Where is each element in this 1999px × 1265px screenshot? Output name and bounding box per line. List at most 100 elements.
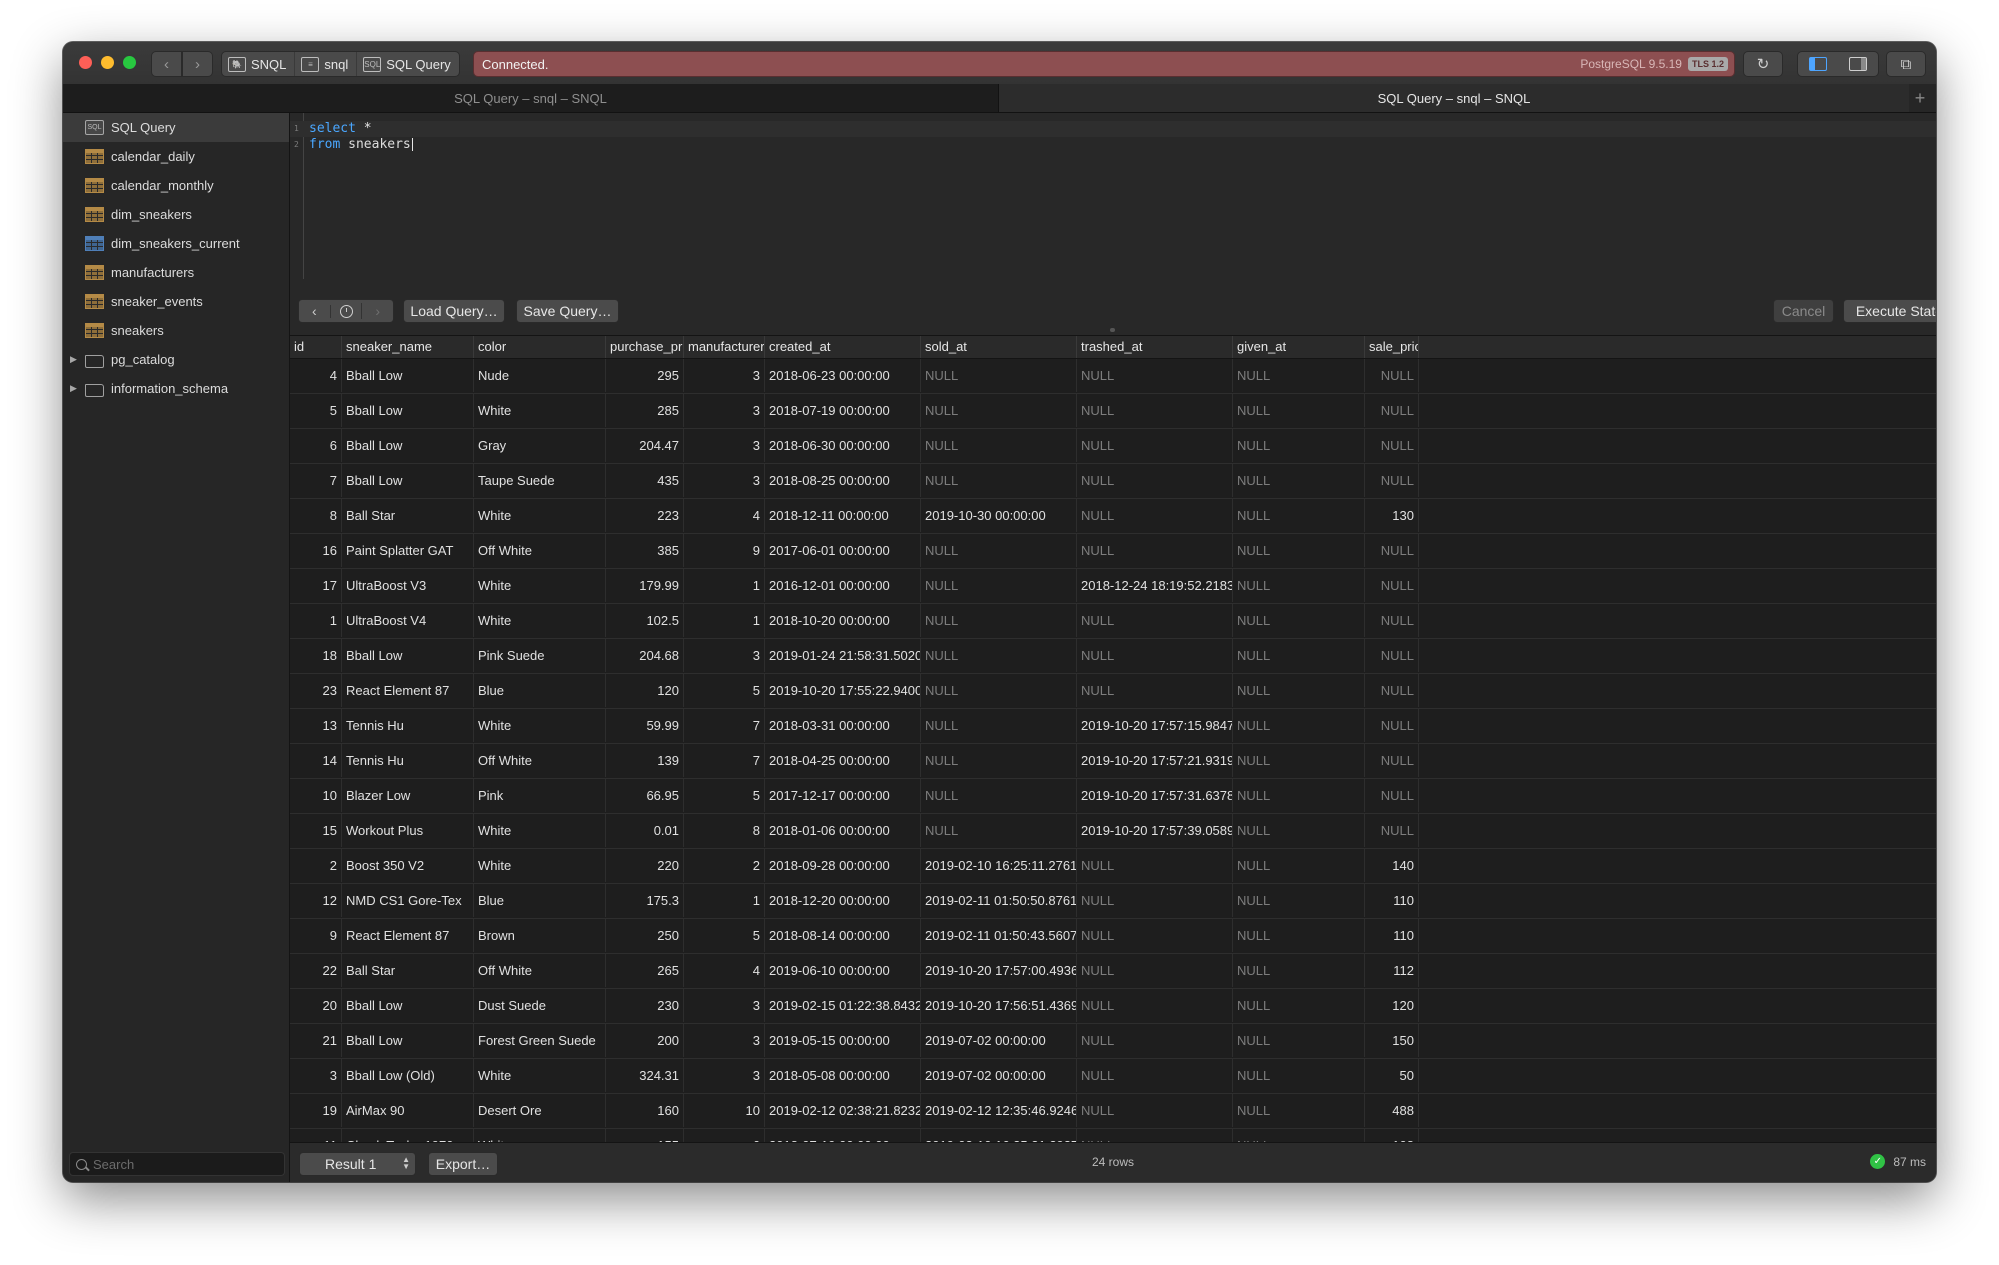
sidebar-item-sql-query[interactable]: SQL SQL Query [63,113,289,142]
table-cell[interactable]: NULL [1365,534,1419,567]
table-cell[interactable]: 9 [290,919,342,952]
table-cell[interactable]: 8 [684,814,765,847]
toggle-inspector-button[interactable] [1838,52,1878,76]
forward-button[interactable]: › [182,51,213,77]
table-cell[interactable]: NULL [1077,604,1233,637]
table-row[interactable]: 16 Paint Splatter GAT Off White 385 9 2017-06… [290,534,1936,569]
table-cell[interactable]: 120 [606,674,684,707]
table-cell[interactable]: 2018-07-19 00:00:00 [765,394,921,427]
table-cell[interactable]: Pink Suede [474,639,606,672]
table-row[interactable]: 11Chuck Taylor 1970White15562018-07-19 0… [290,1129,1936,1143]
table-row[interactable]: 5 Bball Low White 285 3 2018-07-19 00:00:00 NU… [290,394,1936,429]
table-cell[interactable]: Off White [474,954,606,987]
table-row[interactable]: 15 Workout Plus White 0.01 8 2018-01-06 00:00… [290,814,1936,849]
column-header-created-at[interactable]: created_at [765,336,921,358]
table-cell[interactable]: NULL [921,814,1077,847]
table-cell[interactable]: Pink [474,779,606,812]
table-cell[interactable]: NULL [1077,534,1233,567]
table-cell[interactable]: NULL [1365,569,1419,602]
table-cell[interactable]: 2 [684,849,765,882]
table-cell[interactable]: White [474,499,606,532]
breadcrumb-connection[interactable]: 🐘 SNQL [222,52,294,76]
column-header-manufacturer-id[interactable]: manufacturer_id [684,336,765,358]
table-cell[interactable]: 23 [290,674,342,707]
table-cell[interactable]: NULL [1233,709,1365,742]
table-cell[interactable]: White [474,1059,606,1092]
breadcrumb-database[interactable]: ≡ snql [294,52,356,76]
table-cell[interactable]: NULL [1233,989,1365,1022]
table-cell[interactable]: 110 [1365,884,1419,917]
table-row[interactable]: 10 Blazer Low Pink 66.95 5 2017-12-17 00:00:0… [290,779,1936,814]
table-cell[interactable]: 2019-02-10 16:25:11.276134 [921,849,1077,882]
table-cell[interactable]: 2018-06-30 00:00:00 [765,429,921,462]
query-history-button[interactable] [329,304,362,318]
table-cell[interactable]: NULL [921,639,1077,672]
table-row[interactable]: 19 AirMax 90 Desert Ore 160 10 2019-02-12 02:… [290,1094,1936,1129]
table-cell[interactable]: NULL [1077,849,1233,882]
toggle-sidebar-button[interactable] [1798,52,1838,76]
table-cell[interactable]: 4 [684,954,765,987]
table-cell[interactable]: NULL [1077,989,1233,1022]
table-cell[interactable]: 2019-02-12 12:35:46.924637 [921,1094,1077,1127]
table-cell[interactable]: NULL [1233,499,1365,532]
table-cell[interactable]: White [474,394,606,427]
table-row[interactable]: 7 Bball Low Taupe Suede 435 3 2018-08-25 00:0… [290,464,1936,499]
table-cell[interactable]: Bball Low (Old) [342,1059,474,1092]
table-cell[interactable]: 112 [1365,954,1419,987]
table-row[interactable]: 18 Bball Low Pink Suede 204.68 3 2019-01-24 2… [290,639,1936,674]
table-cell[interactable]: NULL [1233,779,1365,812]
table-cell[interactable]: AirMax 90 [342,1094,474,1127]
table-cell[interactable]: Bball Low [342,639,474,672]
table-row[interactable]: 17 UltraBoost V3 White 179.99 1 2016-12-01 00… [290,569,1936,604]
table-cell[interactable]: 5 [684,779,765,812]
table-cell[interactable]: 2018-12-20 00:00:00 [765,884,921,917]
table-cell[interactable]: 223 [606,499,684,532]
table-cell[interactable]: NULL [1077,1024,1233,1057]
sidebar-search[interactable]: Search [69,1152,285,1176]
cancel-button[interactable]: Cancel [1773,299,1834,323]
table-cell[interactable]: 2019-01-24 21:58:31.50202 [765,639,921,672]
table-cell[interactable]: NULL [1077,464,1233,497]
table-cell[interactable]: NULL [1365,429,1419,462]
save-query-button[interactable]: Save Query… [516,299,619,323]
table-cell[interactable]: 2019-05-15 00:00:00 [765,1024,921,1057]
tab-query-1[interactable]: SQL Query – snql – SNQL [63,84,999,112]
column-header-purchase-price[interactable]: purchase_price [606,336,684,358]
table-cell[interactable]: 2019-10-20 17:55:22.94008 [765,674,921,707]
table-cell[interactable]: 295 [606,359,684,392]
table-cell[interactable]: NULL [1233,604,1365,637]
table-cell[interactable]: 2018-08-25 00:00:00 [765,464,921,497]
table-cell[interactable]: 50 [1365,1059,1419,1092]
table-cell[interactable]: NULL [1077,1129,1233,1143]
table-cell[interactable]: 7 [290,464,342,497]
table-cell[interactable]: 4 [684,499,765,532]
previous-query-button[interactable]: ‹ [299,303,330,319]
table-cell[interactable]: 204.47 [606,429,684,462]
execute-statement-button[interactable]: Execute Statement [1843,299,1936,323]
table-cell[interactable]: 324.31 [606,1059,684,1092]
table-cell[interactable]: Workout Plus [342,814,474,847]
table-cell[interactable]: NULL [1233,954,1365,987]
table-cell[interactable]: NULL [1077,674,1233,707]
table-cell[interactable]: 20 [290,989,342,1022]
column-header-color[interactable]: color [474,336,606,358]
table-cell[interactable]: 3 [684,394,765,427]
column-header-given-at[interactable]: given_at [1233,336,1365,358]
table-cell[interactable]: 6 [290,429,342,462]
table-row[interactable]: 21 Bball Low Forest Green Suede 200 3 2019-05… [290,1024,1936,1059]
table-cell[interactable]: 5 [290,394,342,427]
table-cell[interactable]: NULL [921,709,1077,742]
table-cell[interactable]: 15 [290,814,342,847]
new-window-button[interactable]: ⧉ [1886,51,1926,77]
table-cell[interactable]: 3 [684,639,765,672]
table-cell[interactable]: 2019-07-02 00:00:00 [921,1059,1077,1092]
table-cell[interactable]: NULL [1365,464,1419,497]
table-cell[interactable]: 9 [684,534,765,567]
table-cell[interactable]: NULL [1365,394,1419,427]
table-cell[interactable]: 160 [606,1094,684,1127]
table-cell[interactable]: 200 [606,1024,684,1057]
table-cell[interactable]: NULL [1365,674,1419,707]
table-cell[interactable]: 2019-10-20 17:57:15.98474 [1077,709,1233,742]
table-cell[interactable]: NULL [1233,884,1365,917]
table-cell[interactable]: 2018-09-28 00:00:00 [765,849,921,882]
